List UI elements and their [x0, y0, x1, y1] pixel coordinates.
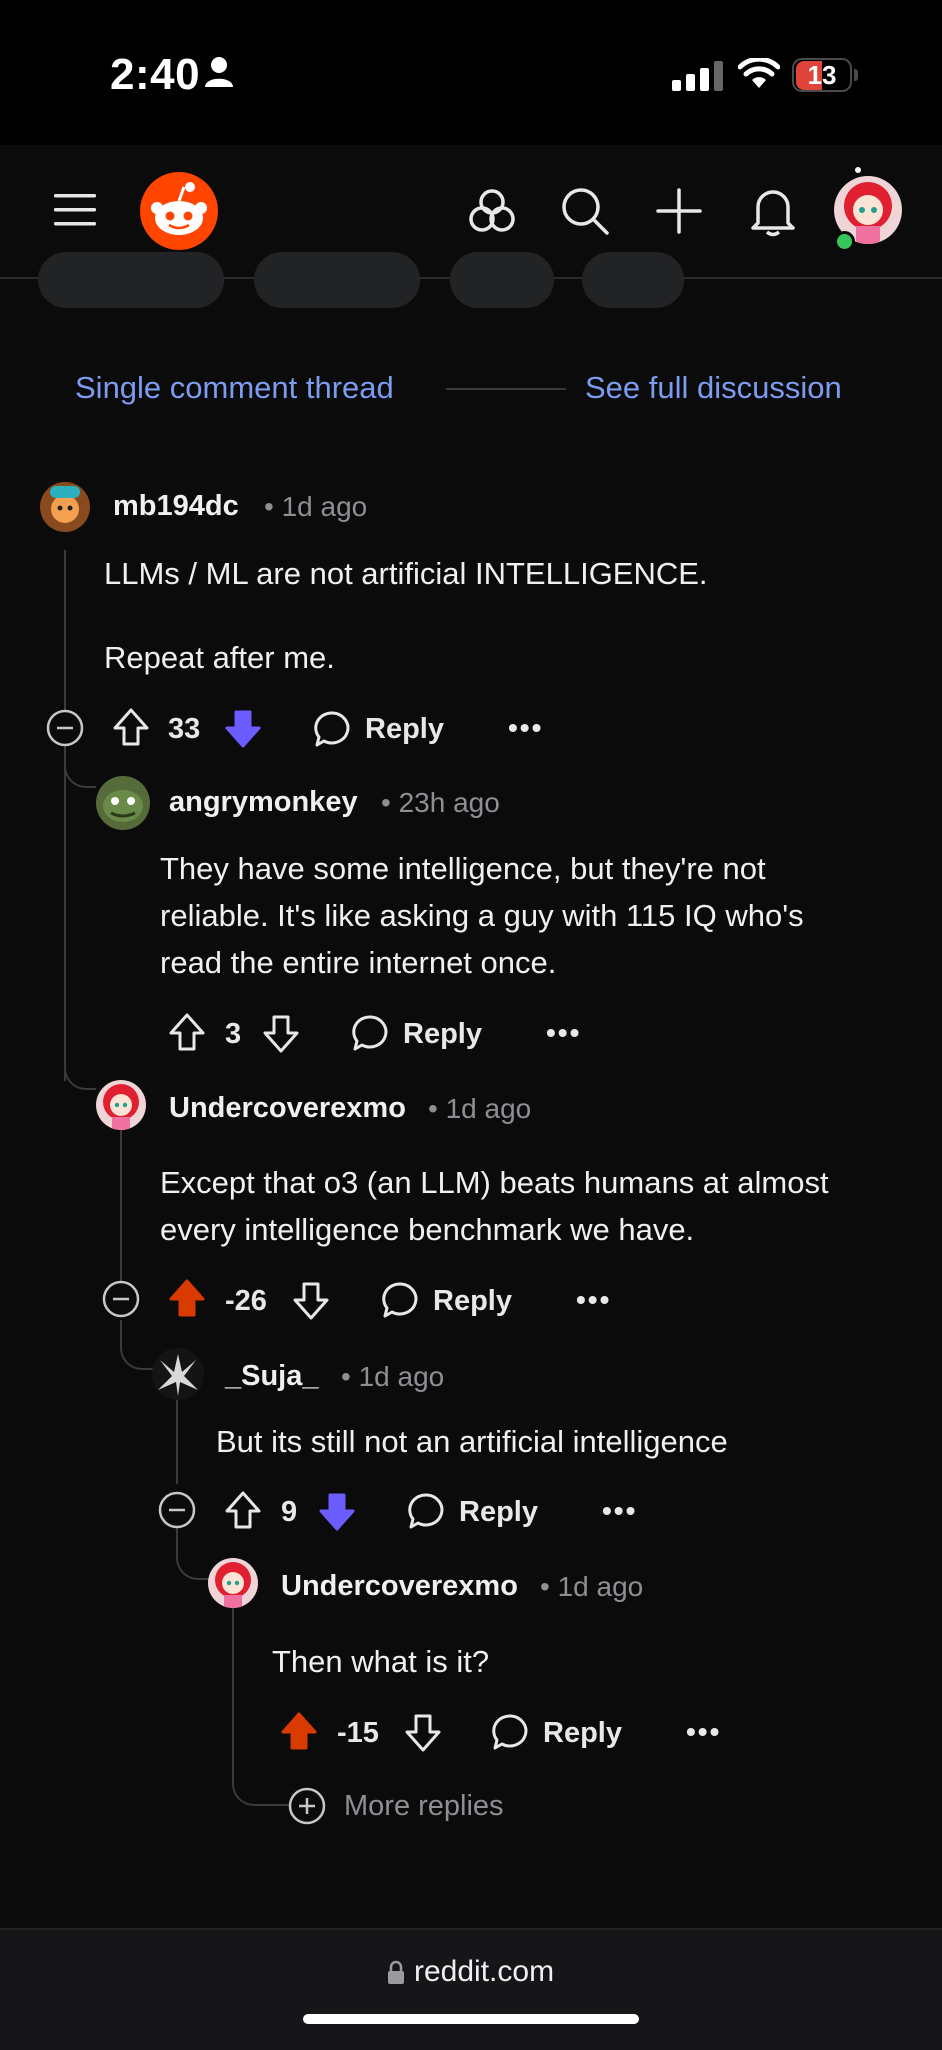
create-post-icon[interactable]	[656, 188, 702, 234]
post-comments-chip-bottom[interactable]	[254, 279, 420, 308]
comment-body-line: Repeat after me.	[104, 640, 335, 675]
reply-bubble-icon[interactable]	[408, 1492, 446, 1530]
more-options-button[interactable]: •••	[686, 1716, 721, 1748]
comment-body-line: reliable. It's like asking a guy with 11…	[160, 898, 804, 933]
comment-body-line: read the entire internet once.	[160, 945, 557, 980]
comment-body-line: Then what is it?	[272, 1644, 490, 1679]
see-full-discussion-link[interactable]: See full discussion	[585, 370, 842, 406]
comment-username[interactable]: _Suja_	[225, 1360, 319, 1393]
vote-score: 33	[168, 713, 201, 745]
battery-percentage: 13	[807, 60, 837, 90]
comment-body-line: Except that o3 (an LLM) beats humans at …	[160, 1165, 829, 1200]
single-comment-thread-label: Single comment thread	[75, 370, 394, 405]
post-share-chip-bottom[interactable]	[582, 279, 684, 308]
collapse-icon[interactable]	[102, 1280, 140, 1318]
reddit-logo[interactable]	[140, 172, 218, 250]
avatar[interactable]	[40, 482, 90, 532]
avatar[interactable]	[96, 1080, 146, 1130]
expand-icon[interactable]	[288, 1787, 326, 1825]
thread-branch	[176, 1528, 212, 1580]
downvote-icon[interactable]	[318, 1492, 356, 1532]
notifications-icon[interactable]	[750, 185, 796, 237]
reply-button[interactable]: Reply	[433, 1285, 512, 1318]
thread-branch	[64, 758, 96, 788]
vote-score: -15	[337, 1717, 379, 1749]
avatar[interactable]	[208, 1558, 258, 1608]
comment-body-line: They have some intelligence, but they're…	[160, 851, 766, 886]
status-time: 2:40	[110, 50, 201, 99]
comment-body-line: LLMs / ML are not artificial INTELLIGENC…	[104, 556, 708, 591]
badge-marker	[855, 167, 861, 173]
more-options-button[interactable]: •••	[546, 1017, 581, 1049]
thread-line	[232, 1596, 234, 1686]
comment-username[interactable]: mb194dc	[113, 490, 239, 523]
thread-divider	[446, 388, 566, 390]
reply-bubble-icon[interactable]	[314, 710, 352, 748]
comment-body-line: But its still not an artificial intellig…	[216, 1424, 728, 1459]
thread-branch	[120, 1320, 156, 1370]
post-award-chip-bottom[interactable]	[450, 279, 554, 308]
downvote-icon[interactable]	[292, 1281, 330, 1321]
thread-line	[64, 550, 66, 710]
home-indicator[interactable]	[303, 2014, 639, 2024]
reply-button[interactable]: Reply	[543, 1717, 622, 1750]
url-bar[interactable]: reddit.com	[414, 1955, 554, 1989]
wifi-icon	[738, 58, 780, 88]
upvote-icon[interactable]	[168, 1012, 206, 1052]
online-status-dot	[834, 231, 855, 252]
comment-username[interactable]: angrymonkey	[169, 786, 358, 819]
reply-bubble-icon[interactable]	[382, 1281, 420, 1319]
reply-bubble-icon[interactable]	[352, 1014, 390, 1052]
avatar[interactable]	[96, 776, 150, 830]
more-options-button[interactable]: •••	[576, 1284, 611, 1316]
comment-timestamp: • 1d ago	[540, 1571, 644, 1602]
thread-line	[120, 1122, 122, 1282]
browser-bottom-bar	[0, 1928, 942, 2050]
comment-timestamp: • 1d ago	[264, 491, 368, 522]
upvote-icon[interactable]	[112, 707, 150, 747]
more-options-button[interactable]: •••	[508, 712, 543, 744]
upvote-icon[interactable]	[224, 1490, 262, 1530]
upvote-icon[interactable]	[168, 1278, 206, 1318]
cellular-signal-icon	[672, 61, 723, 91]
comment-timestamp: • 23h ago	[381, 787, 500, 818]
more-replies-button[interactable]: More replies	[344, 1790, 504, 1823]
reply-button[interactable]: Reply	[403, 1018, 482, 1051]
vote-score: -26	[225, 1285, 267, 1317]
collapse-icon[interactable]	[158, 1491, 196, 1529]
comment-body-line: every intelligence benchmark we have.	[160, 1212, 695, 1247]
upvote-icon[interactable]	[280, 1711, 318, 1751]
post-vote-chip-bottom[interactable]	[38, 279, 224, 308]
communities-icon[interactable]	[468, 188, 516, 234]
downvote-icon[interactable]	[404, 1713, 442, 1753]
vote-score: 9	[281, 1496, 298, 1528]
avatar[interactable]	[152, 1348, 204, 1400]
downvote-icon[interactable]	[262, 1014, 300, 1054]
reply-button[interactable]: Reply	[459, 1496, 538, 1529]
comment-timestamp: • 1d ago	[341, 1361, 445, 1392]
comment-timestamp: • 1d ago	[428, 1093, 532, 1124]
vote-score: 3	[225, 1018, 242, 1050]
person-icon	[205, 57, 233, 87]
comment-username[interactable]: Undercoverexmo	[281, 1570, 518, 1603]
reply-button[interactable]: Reply	[365, 713, 444, 746]
collapse-icon[interactable]	[46, 709, 84, 747]
hamburger-menu-icon[interactable]	[52, 190, 98, 230]
thread-branch	[64, 1060, 96, 1090]
more-options-button[interactable]: •••	[602, 1495, 637, 1527]
reply-bubble-icon[interactable]	[492, 1713, 530, 1751]
comment-username[interactable]: Undercoverexmo	[169, 1092, 406, 1125]
thread-line	[176, 1388, 178, 1484]
search-icon[interactable]	[560, 186, 610, 236]
thread-line	[64, 745, 66, 1081]
battery-cap	[854, 69, 858, 81]
downvote-icon[interactable]	[224, 709, 262, 749]
lock-icon	[388, 1960, 404, 1984]
